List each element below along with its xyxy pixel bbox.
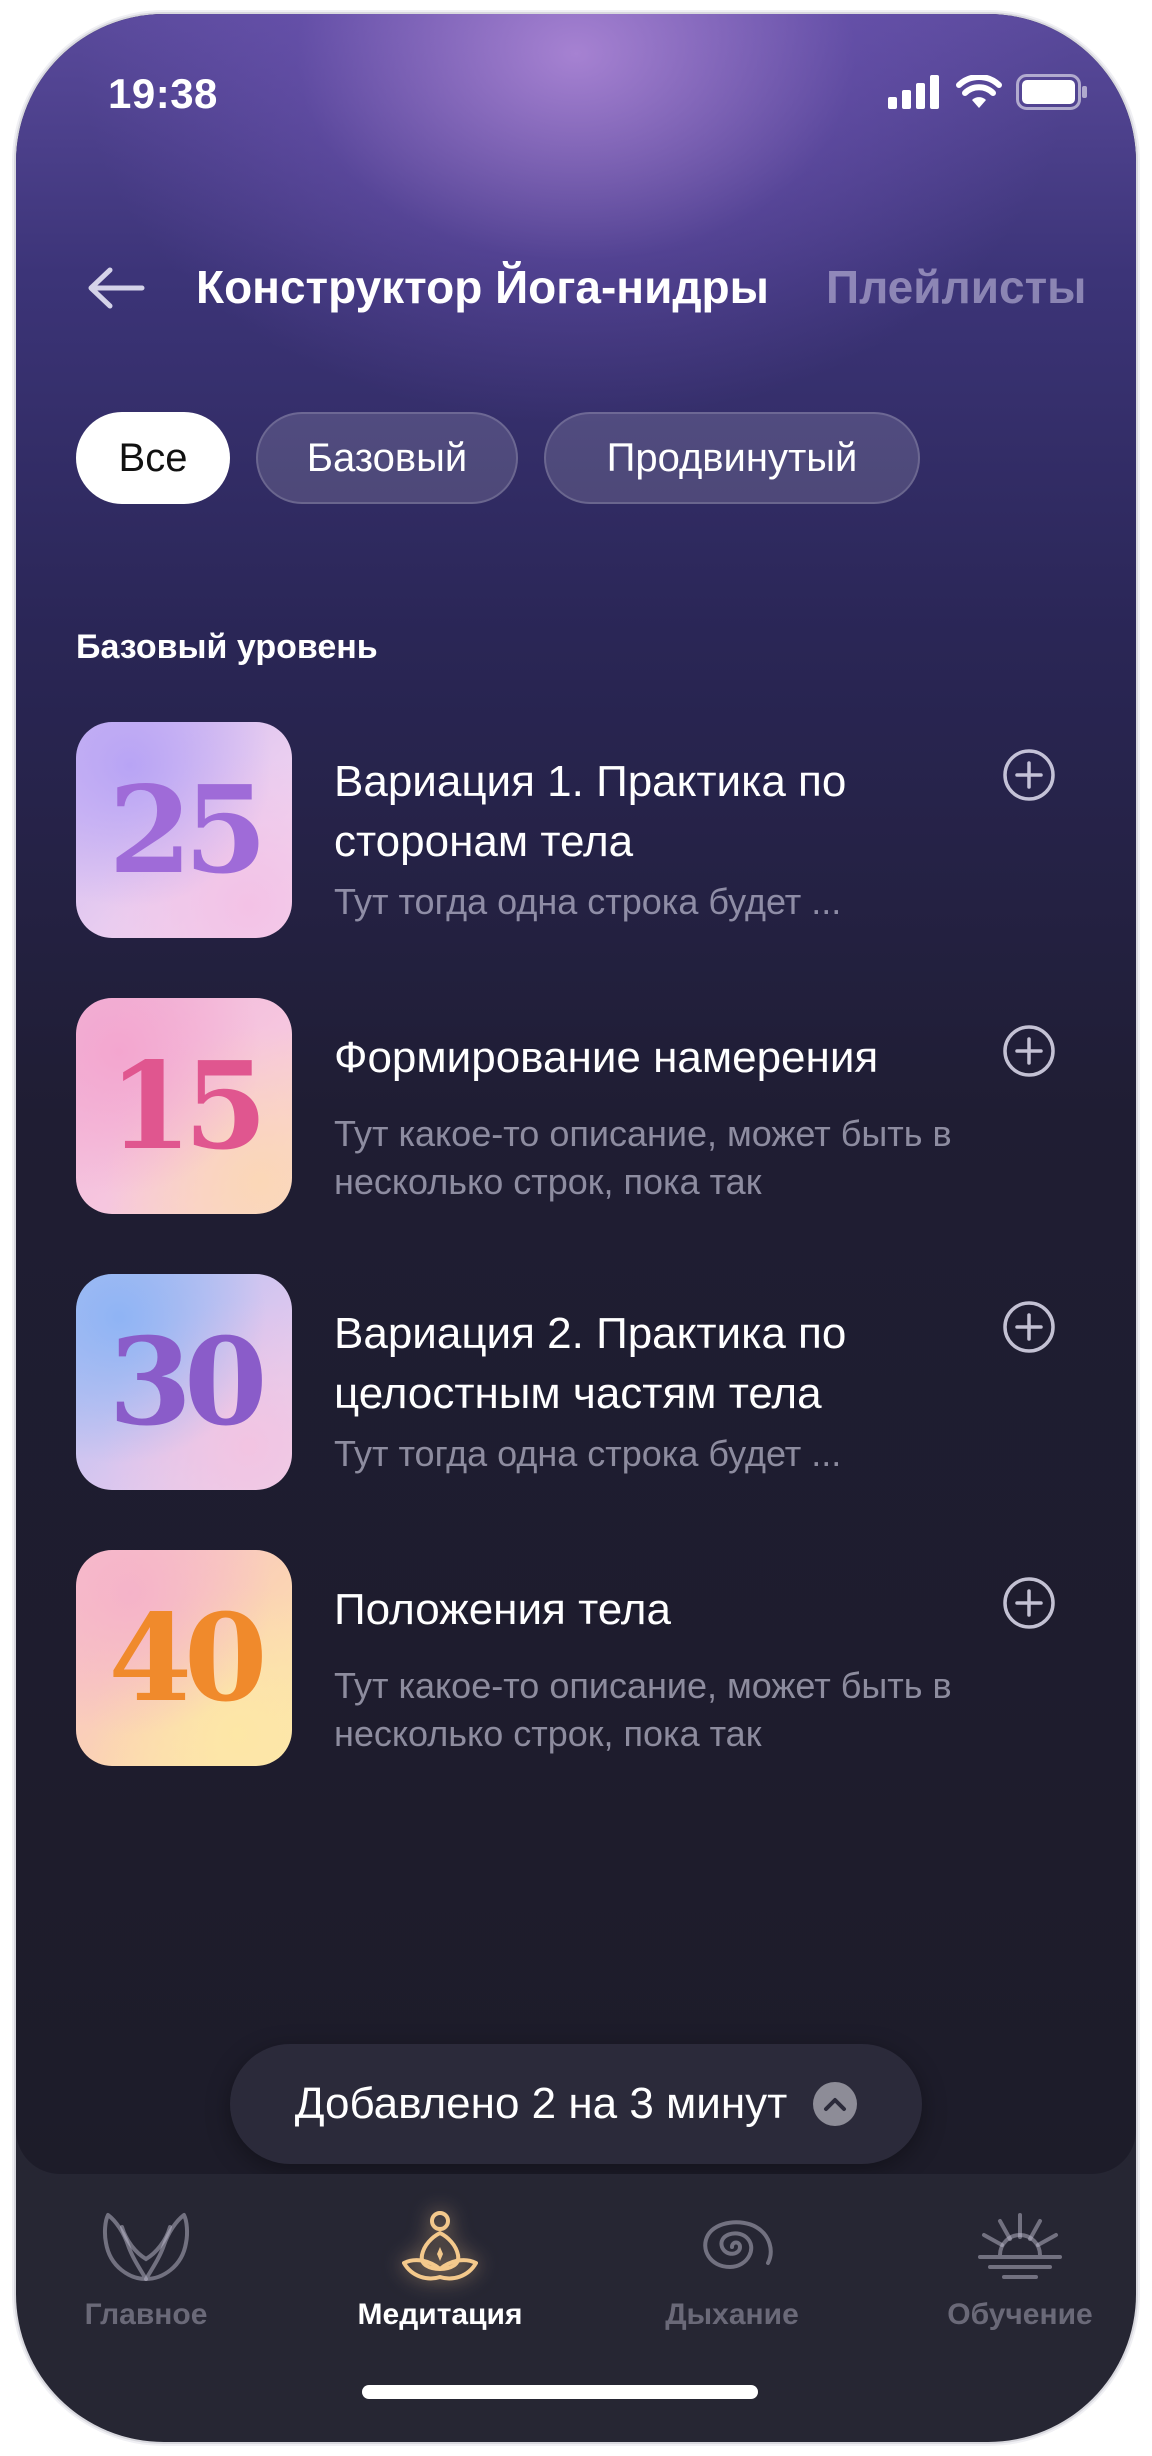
meditation-icon — [385, 2202, 495, 2292]
add-circle-icon[interactable] — [1002, 1024, 1056, 1078]
item-title: Положения тела — [334, 1585, 671, 1634]
duration-thumbnail: 15 — [76, 998, 292, 1214]
wifi-icon — [956, 75, 1002, 108]
list-item[interactable]: 25 Вариация 1. Практика по сторонам тела… — [76, 722, 1096, 938]
list-item[interactable]: 15 Формирование намерения Тут какое-то о… — [76, 998, 1096, 1214]
duration-thumbnail: 30 — [76, 1274, 292, 1490]
item-title: Вариация 2. Практика по целостным частям… — [334, 1309, 847, 1418]
screen: 19:38 Конструктор Йога-нидры Плейлисты В… — [16, 14, 1136, 2174]
battery-icon — [1016, 74, 1087, 110]
duration-number: 30 — [108, 1311, 268, 1453]
added-summary-bar[interactable]: Добавлено 2 на 3 минут — [230, 2044, 922, 2164]
added-summary-text: Добавлено 2 на 3 минут — [294, 2079, 788, 2128]
duration-thumbnail: 25 — [76, 722, 292, 938]
item-description: Тут тогда одна строка будет ... — [334, 881, 842, 922]
spiral-icon — [677, 2202, 787, 2292]
page-title: Конструктор Йога-нидры — [196, 261, 769, 313]
duration-number: 25 — [108, 759, 268, 901]
tab-playlists[interactable]: Плейлисты — [826, 260, 1086, 314]
duration-thumbnail: 40 — [76, 1550, 292, 1766]
phone-frame: 19:38 Конструктор Йога-нидры Плейлисты В… — [16, 14, 1136, 2442]
bottom-tab-bar: Главное Медитация Дыхание Обучение — [16, 2174, 1136, 2442]
duration-number: 40 — [108, 1587, 268, 1729]
item-title: Вариация 1. Практика по сторонам тела — [334, 757, 847, 866]
chevron-up-icon[interactable] — [813, 2082, 858, 2126]
back-button[interactable] — [80, 252, 152, 324]
tab-label: Обучение — [947, 2298, 1093, 2331]
status-time: 19:38 — [108, 70, 218, 117]
tab-label: Главное — [84, 2298, 208, 2331]
tab-learning[interactable]: Обучение — [910, 2202, 1130, 2332]
duration-number: 15 — [108, 1035, 268, 1177]
item-description: Тут какое-то описание, может быть в неск… — [334, 1665, 952, 1754]
cellular-signal-icon — [888, 75, 939, 109]
item-title: Формирование намерения — [334, 1033, 879, 1082]
lotus-hands-icon — [91, 2202, 201, 2292]
add-circle-icon[interactable] — [1002, 1300, 1056, 1354]
item-description: Тут какое-то описание, может быть в неск… — [334, 1113, 952, 1202]
list-item[interactable]: 30 Вариация 2. Практика по целостным час… — [76, 1274, 1096, 1490]
home-indicator[interactable] — [362, 2385, 758, 2399]
filter-chip-advanced[interactable]: Продвинутый — [544, 412, 920, 504]
filter-chip-all[interactable]: Все — [76, 412, 230, 504]
tab-meditation[interactable]: Медитация — [330, 2202, 550, 2332]
section-title: Базовый уровень — [76, 628, 378, 666]
tab-label: Дыхание — [665, 2298, 799, 2331]
filter-chip-basic[interactable]: Базовый — [256, 412, 518, 504]
add-circle-icon[interactable] — [1002, 748, 1056, 802]
tab-label: Медитация — [357, 2298, 523, 2331]
sunrise-icon — [965, 2202, 1075, 2292]
add-circle-icon[interactable] — [1002, 1576, 1056, 1630]
item-description: Тут тогда одна строка будет ... — [334, 1433, 842, 1474]
list-item[interactable]: 40 Положения тела Тут какое-то описание,… — [76, 1550, 1096, 1766]
tab-breathing[interactable]: Дыхание — [622, 2202, 842, 2332]
status-icons — [888, 74, 1088, 110]
tab-home[interactable]: Главное — [36, 2202, 256, 2332]
arrow-left-icon — [88, 267, 145, 309]
